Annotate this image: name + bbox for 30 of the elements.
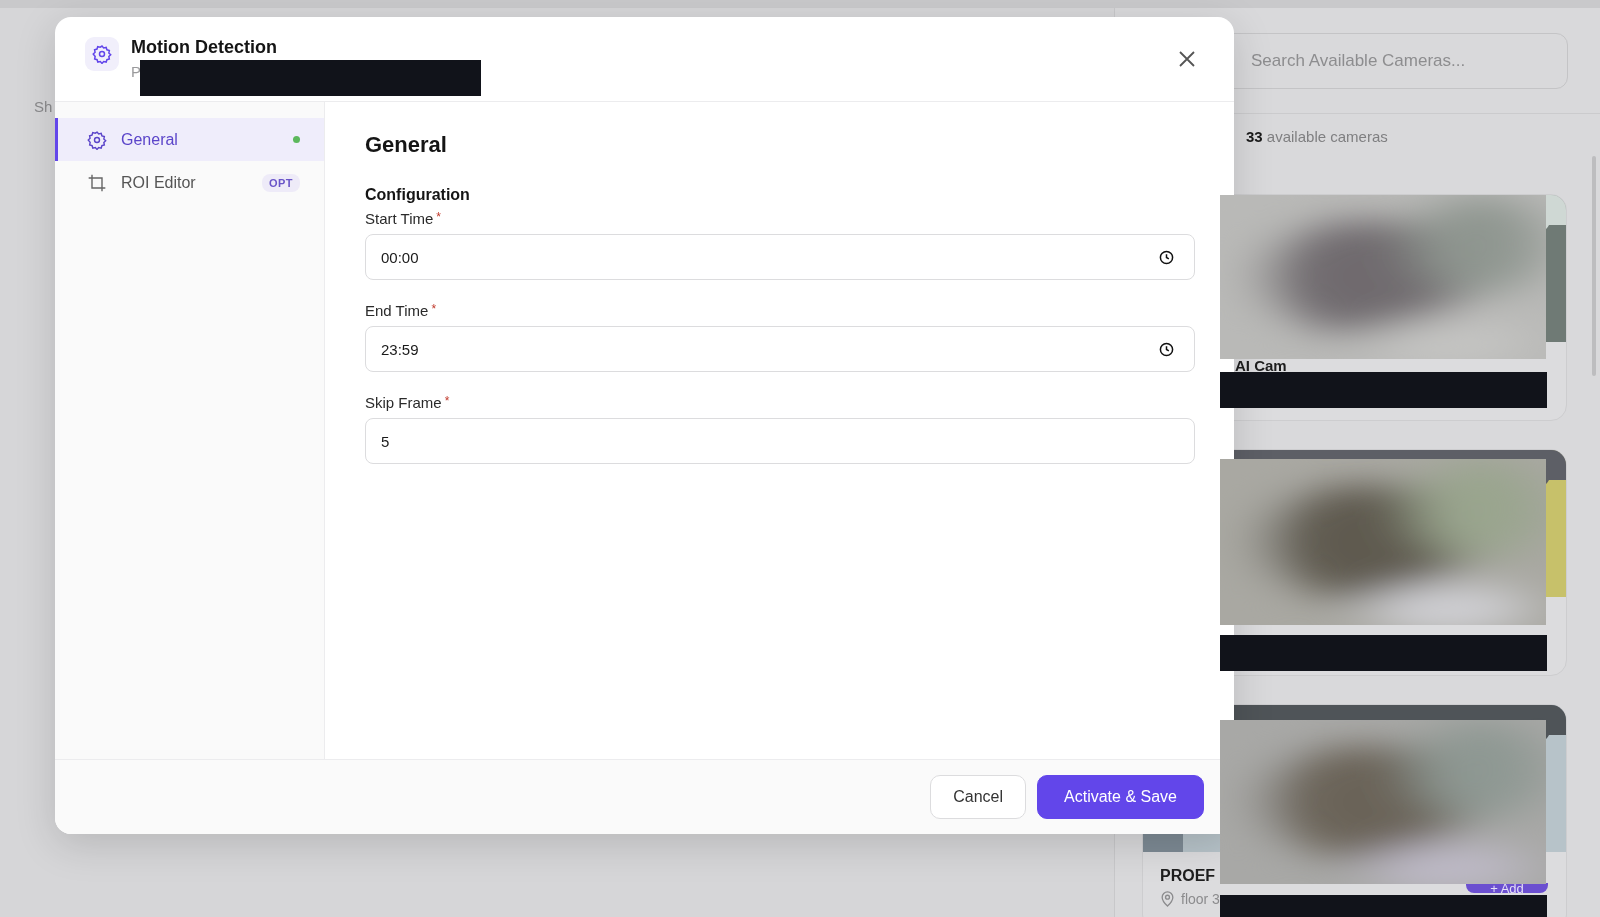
required-asterisk: * <box>431 302 437 318</box>
activate-save-button[interactable]: Activate & Save <box>1037 775 1204 819</box>
time-field[interactable]: 00:00 <box>365 234 1195 280</box>
camera-name: AI Cam <box>1235 359 1287 372</box>
section-title: General <box>365 132 448 158</box>
cancel-button[interactable]: Cancel <box>930 775 1027 819</box>
close-button[interactable] <box>1178 50 1196 68</box>
location-pin-icon <box>1160 891 1175 907</box>
crop-icon <box>87 172 107 193</box>
field-label: Start Time <box>365 210 434 227</box>
clock-icon[interactable] <box>1159 341 1174 357</box>
camera-name: PROEF <box>1160 869 1217 882</box>
number-field[interactable]: 5 <box>365 418 1195 464</box>
summary-text: Sh <box>34 98 54 115</box>
sidebar-item[interactable]: ROI Editor OPT <box>55 161 324 204</box>
camera-count-text: 33 available cameras <box>1246 128 1388 145</box>
sidebar-item[interactable]: General <box>55 118 324 161</box>
time-field[interactable]: 23:59 <box>365 326 1195 372</box>
dialog-title: Motion Detection <box>131 37 277 58</box>
dialog-subtitle: P <box>131 63 142 80</box>
gear-icon <box>87 129 107 150</box>
camera-location: floor 3 <box>1181 891 1220 907</box>
group-title: Configuration <box>365 186 471 204</box>
required-asterisk: * <box>444 394 450 410</box>
clock-icon[interactable] <box>1159 249 1174 265</box>
optional-badge: OPT <box>261 173 300 192</box>
field-label: End Time <box>365 302 429 319</box>
field-label: Skip Frame <box>365 394 442 411</box>
required-asterisk: * <box>436 210 442 226</box>
gear-icon <box>85 37 119 71</box>
